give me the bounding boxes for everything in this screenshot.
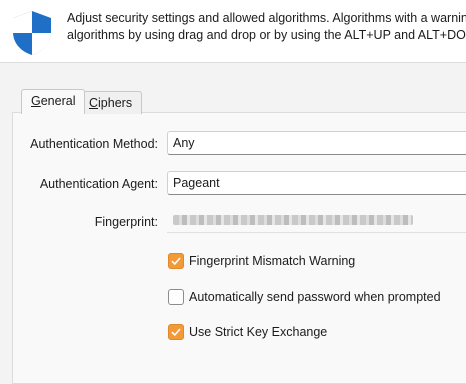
fingerprint-mismatch-checkbox[interactable]	[168, 253, 184, 269]
fingerprint-label: Fingerprint:	[94, 215, 158, 229]
description-line-1: Adjust security settings and allowed alg…	[67, 11, 466, 25]
tab-ciphers[interactable]: Ciphers	[79, 91, 143, 114]
security-shield-icon	[13, 11, 51, 55]
description-line-2: algorithms by using drag and drop or by …	[67, 28, 466, 42]
auto-send-password-label: Automatically send password when prompte…	[189, 290, 441, 304]
tab-general-accesskey: G	[31, 94, 41, 108]
auth-method-select[interactable]: Any	[167, 131, 466, 155]
fingerprint-field[interactable]	[167, 211, 466, 233]
tab-general[interactable]: General	[21, 89, 86, 114]
auth-method-label: Authentication Method:	[30, 137, 158, 151]
tab-ciphers-label: iphers	[98, 96, 133, 110]
auto-send-password-checkbox[interactable]	[168, 289, 184, 305]
fingerprint-value-redacted	[173, 215, 413, 225]
tab-general-label: eneral	[40, 94, 76, 108]
strict-key-exchange-label: Use Strict Key Exchange	[189, 325, 328, 339]
fingerprint-mismatch-label: Fingerprint Mismatch Warning	[189, 254, 356, 268]
auth-agent-select[interactable]: Pageant	[167, 171, 466, 195]
checkmark-icon	[171, 328, 181, 337]
header-description: Adjust security settings and allowed alg…	[67, 10, 466, 44]
auth-agent-label: Authentication Agent:	[39, 177, 158, 191]
tab-ciphers-accesskey: C	[89, 96, 99, 110]
checkmark-icon	[171, 257, 181, 266]
page-header: Adjust security settings and allowed alg…	[0, 0, 466, 63]
strict-key-exchange-checkbox[interactable]	[168, 324, 184, 340]
